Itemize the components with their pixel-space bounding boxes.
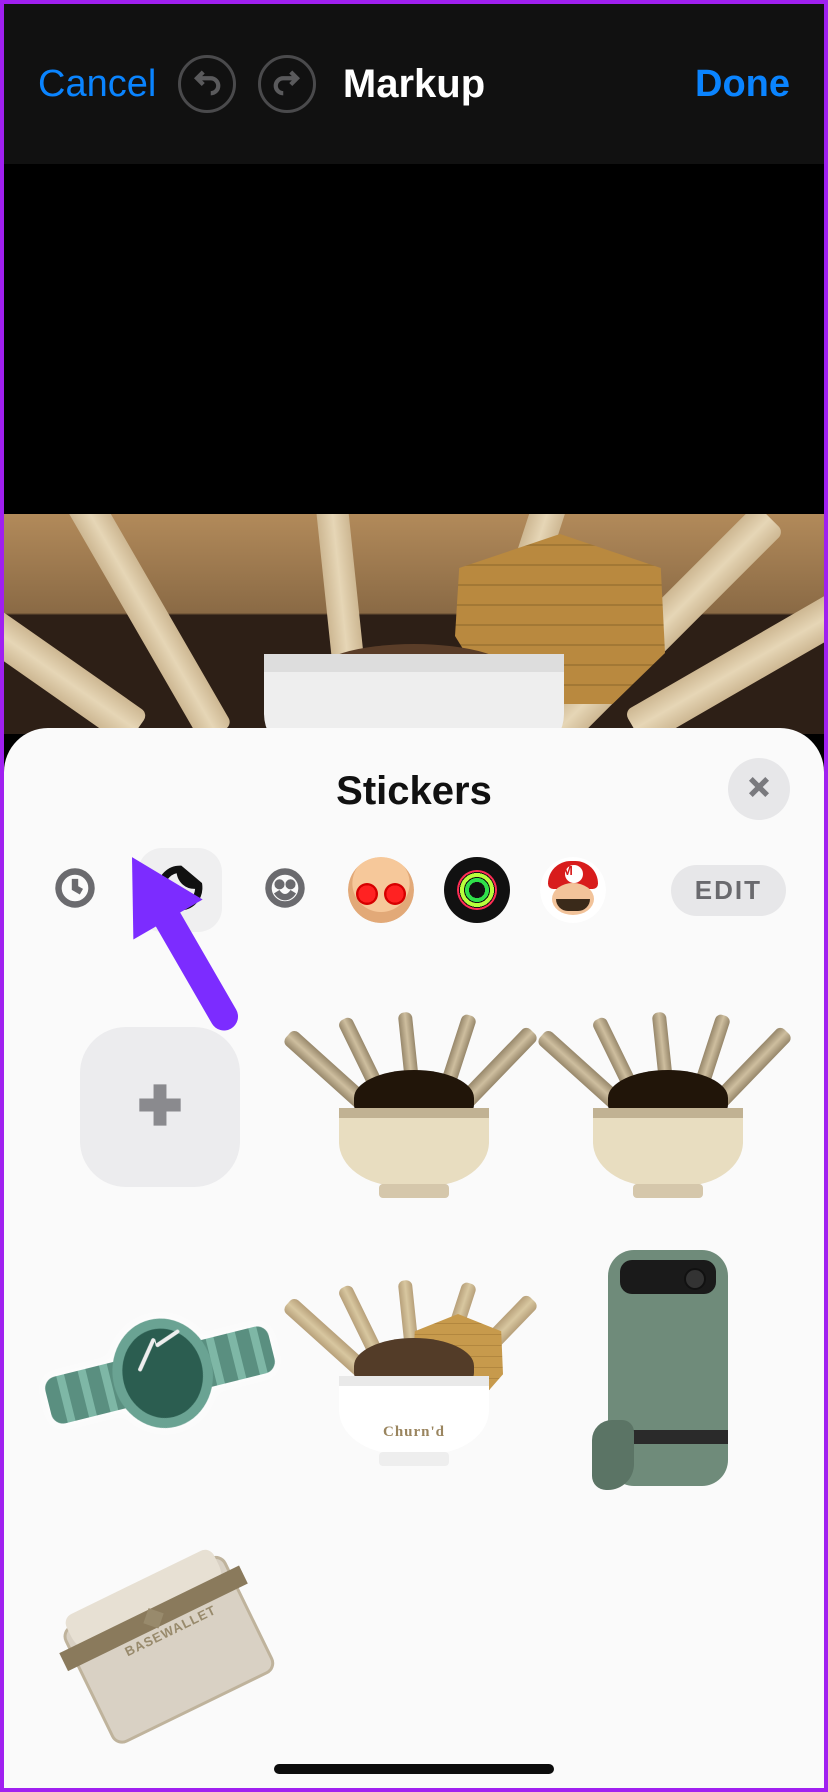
category-emoji[interactable]	[252, 857, 318, 923]
edit-stickers-button[interactable]: EDIT	[671, 865, 786, 916]
photo-preview[interactable]	[4, 514, 824, 734]
markup-toolbar: Cancel Markup Done	[4, 4, 824, 164]
mario-icon: M	[540, 857, 606, 923]
plus-icon	[129, 1074, 191, 1141]
close-sheet-button[interactable]	[728, 758, 790, 820]
redo-icon	[272, 67, 302, 102]
redo-button[interactable]	[258, 55, 316, 113]
stickers-sheet: Stickers	[4, 728, 824, 1788]
ice-cream-bowl	[264, 654, 564, 734]
undo-icon	[192, 67, 222, 102]
sheet-header: Stickers	[32, 756, 796, 826]
markup-canvas-empty[interactable]	[4, 164, 824, 514]
cancel-button[interactable]: Cancel	[38, 63, 156, 106]
add-sticker-tile[interactable]	[40, 982, 280, 1232]
category-mario-pack[interactable]: M	[540, 857, 606, 923]
sticker-watch[interactable]	[40, 1250, 280, 1500]
sheet-title: Stickers	[336, 769, 492, 814]
category-memoji[interactable]	[348, 857, 414, 923]
done-button[interactable]: Done	[695, 63, 790, 106]
sticker-phone[interactable]	[548, 1250, 788, 1500]
undo-button[interactable]	[178, 55, 236, 113]
memoji-icon	[348, 857, 414, 923]
rings-icon	[457, 870, 497, 910]
category-activity-rings[interactable]	[444, 857, 510, 923]
sticker-grid: Churn'd BASEWALLET	[32, 942, 796, 1768]
sticker-brand-text: Churn'd	[383, 1425, 445, 1440]
category-recents[interactable]	[42, 857, 108, 923]
clock-icon	[53, 866, 97, 915]
smiley-icon	[263, 866, 307, 915]
sticker-ice-cream-photo[interactable]: Churn'd	[294, 1250, 534, 1500]
home-indicator[interactable]	[274, 1764, 554, 1774]
sticker-ice-cream-comic-2[interactable]	[548, 982, 788, 1232]
close-icon	[745, 773, 773, 806]
toolbar-left-group: Cancel	[38, 55, 316, 113]
screen-title: Markup	[343, 62, 485, 107]
sticker-ice-cream-comic-1[interactable]	[294, 982, 534, 1232]
sticker-wallet[interactable]: BASEWALLET	[40, 1518, 280, 1768]
